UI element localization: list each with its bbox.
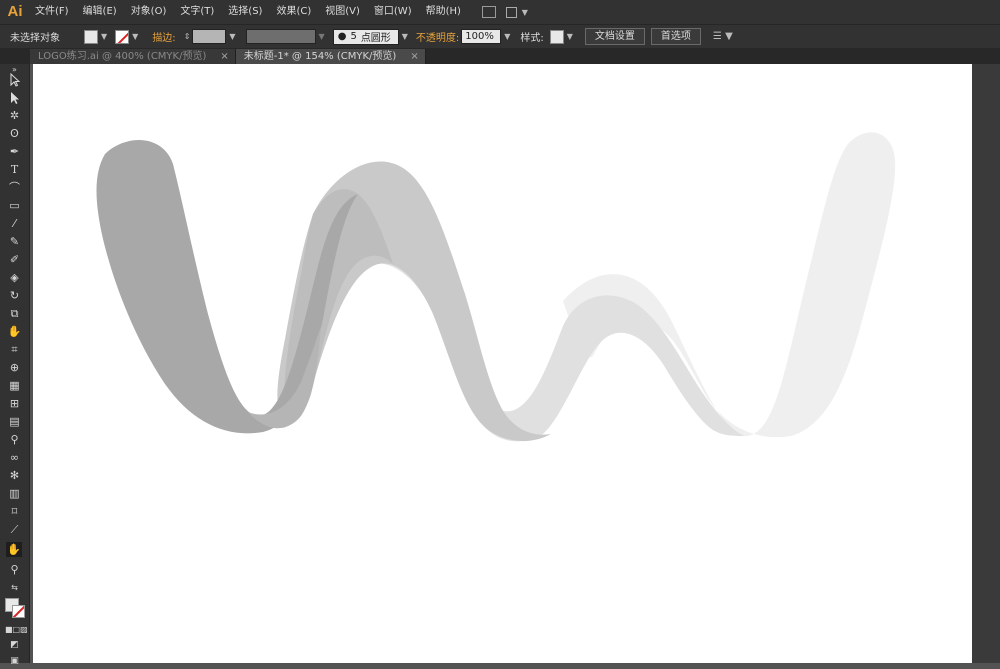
opacity-input[interactable]: 100%: [461, 29, 502, 44]
pasteboard-edge: [972, 64, 1000, 663]
rotate-tool-icon[interactable]: ↻: [7, 288, 22, 303]
perspective-grid-tool-icon[interactable]: ▦: [7, 378, 22, 393]
hand-tool-icon[interactable]: ✋: [6, 542, 22, 557]
shape-builder-tool-icon[interactable]: ⊕: [7, 360, 22, 375]
rectangle-tool-icon[interactable]: ▭: [7, 198, 22, 213]
style-label: 样式:: [520, 33, 544, 44]
brush-size: 5: [350, 31, 357, 42]
dot-icon: ●: [337, 31, 347, 42]
ribbon-w-artwork[interactable]: [33, 64, 973, 663]
pencil-tool-icon[interactable]: ✎: [7, 234, 22, 249]
mesh-tool-icon[interactable]: ⊞: [7, 396, 22, 411]
column-graph-tool-icon[interactable]: ▥: [7, 486, 22, 501]
screen-mode-icon[interactable]: ▣: [7, 654, 22, 669]
selection-tool-icon[interactable]: [7, 72, 22, 87]
color-mode-icons[interactable]: ■□▨: [5, 622, 28, 637]
direct-selection-tool-icon[interactable]: [7, 90, 22, 105]
profile-dropdown-icon[interactable]: ▼: [319, 32, 325, 41]
ribbon-segment-1[interactable]: [96, 140, 359, 434]
menu-type[interactable]: 文字(T): [173, 0, 221, 24]
menu-object[interactable]: 对象(O): [124, 0, 174, 24]
preferences-button[interactable]: 首选项: [650, 28, 701, 45]
stroke-weight-dropdown-icon[interactable]: ▼: [229, 32, 235, 41]
stroke-swatch[interactable]: [115, 29, 130, 44]
artboard-tool-icon[interactable]: ⌑: [7, 504, 22, 519]
artboard[interactable]: [33, 64, 973, 663]
zoom-tool-icon[interactable]: ⚲: [7, 562, 22, 577]
gradient-tool-icon[interactable]: ▤: [7, 414, 22, 429]
menu-help[interactable]: 帮助(H): [419, 0, 468, 24]
canvas-area[interactable]: [31, 64, 1000, 663]
menu-effect[interactable]: 效果(C): [269, 0, 318, 24]
tab-untitled[interactable]: 未标题-1* @ 154% (CMYK/预览) ×: [235, 49, 426, 64]
selection-status: 未选择对象: [10, 33, 60, 44]
menu-select[interactable]: 选择(S): [221, 0, 269, 24]
stroke-label[interactable]: 描边:: [152, 29, 175, 44]
swap-default-colors-icon[interactable]: ⇆: [7, 580, 22, 595]
eraser-tool-icon[interactable]: ◈: [7, 270, 22, 285]
app-logo: Ai: [7, 3, 23, 20]
blob-brush-tool-icon[interactable]: ✐: [7, 252, 22, 267]
drawing-modes-icon[interactable]: ◩: [7, 638, 22, 653]
stroke-weight-field[interactable]: [192, 29, 227, 44]
variable-width-profile[interactable]: [245, 29, 316, 44]
opacity-label[interactable]: 不透明度:: [416, 29, 459, 44]
menu-file[interactable]: 文件(F): [28, 0, 76, 24]
stroke-dropdown-icon[interactable]: ▼: [132, 32, 138, 41]
arrange-documents-icon[interactable]: ▼: [505, 6, 528, 18]
symbol-sprayer-tool-icon[interactable]: ✻: [7, 468, 22, 483]
slice-tool-icon[interactable]: ⟋: [7, 522, 22, 537]
menu-view[interactable]: 视图(V): [318, 0, 367, 24]
tab-label: LOGO练习.ai @ 400% (CMYK/预览): [38, 51, 207, 62]
eyedropper-tool-icon[interactable]: ⚲: [7, 432, 22, 447]
brush-definition[interactable]: ● 5 点圆形: [332, 28, 399, 45]
close-icon[interactable]: ×: [410, 49, 418, 64]
pen-tool-icon[interactable]: ✒: [7, 144, 22, 159]
brush-name: 点圆形: [360, 33, 391, 44]
style-dropdown-icon[interactable]: ▼: [567, 32, 573, 41]
stroke-color-box[interactable]: [12, 605, 25, 618]
ribbon-segment-4[interactable]: [563, 132, 896, 438]
document-tab-bar: LOGO练习.ai @ 400% (CMYK/预览) × 未标题-1* @ 15…: [0, 48, 1000, 64]
warp-tool-icon[interactable]: ✋: [7, 324, 22, 339]
type-tool-icon[interactable]: T: [7, 162, 22, 177]
arc-tool-icon[interactable]: ⌒: [7, 180, 22, 195]
blend-tool-icon[interactable]: ∞: [7, 450, 22, 465]
control-panel-menu-icon[interactable]: ☰ ▼: [713, 31, 733, 42]
menu-edit[interactable]: 编辑(E): [76, 0, 124, 24]
tab-logo-practice[interactable]: LOGO练习.ai @ 400% (CMYK/预览) ×: [30, 49, 236, 64]
tools-panel: » ✲ ʘ ✒ T ⌒ ▭ ⁄ ✎ ✐ ◈ ↻ ⧉ ✋ ⌗ ⊕ ▦ ⊞ ▤ ⚲ …: [0, 64, 30, 666]
menu-window[interactable]: 窗口(W): [367, 0, 419, 24]
lasso-tool-icon[interactable]: ʘ: [7, 126, 22, 141]
scale-tool-icon[interactable]: ⧉: [7, 306, 22, 321]
menu-bar: Ai 文件(F) 编辑(E) 对象(O) 文字(T) 选择(S) 效果(C) 视…: [0, 0, 1000, 24]
opacity-dropdown-icon[interactable]: ▼: [504, 32, 510, 41]
free-transform-tool-icon[interactable]: ⌗: [7, 342, 22, 357]
bridge-icon[interactable]: [481, 6, 496, 18]
paintbrush-tool-icon[interactable]: ⁄: [7, 216, 22, 231]
document-setup-button[interactable]: 文档设置: [584, 28, 645, 45]
control-bar: 未选择对象 ▼ ▼ 描边: ⇕ ▼ ▼ ● 5 点圆形 ▼ 不透明度: 100%…: [0, 24, 1000, 48]
fill-swatch[interactable]: [84, 29, 98, 44]
magic-wand-tool-icon[interactable]: ✲: [7, 108, 22, 123]
brush-dropdown-icon[interactable]: ▼: [402, 32, 408, 41]
close-icon[interactable]: ×: [220, 49, 228, 64]
tab-label: 未标题-1* @ 154% (CMYK/预览): [243, 51, 397, 62]
fill-dropdown-icon[interactable]: ▼: [101, 32, 107, 41]
graphic-style-swatch[interactable]: [549, 29, 564, 44]
stroke-weight-stepper-icon[interactable]: ⇕: [184, 32, 191, 41]
